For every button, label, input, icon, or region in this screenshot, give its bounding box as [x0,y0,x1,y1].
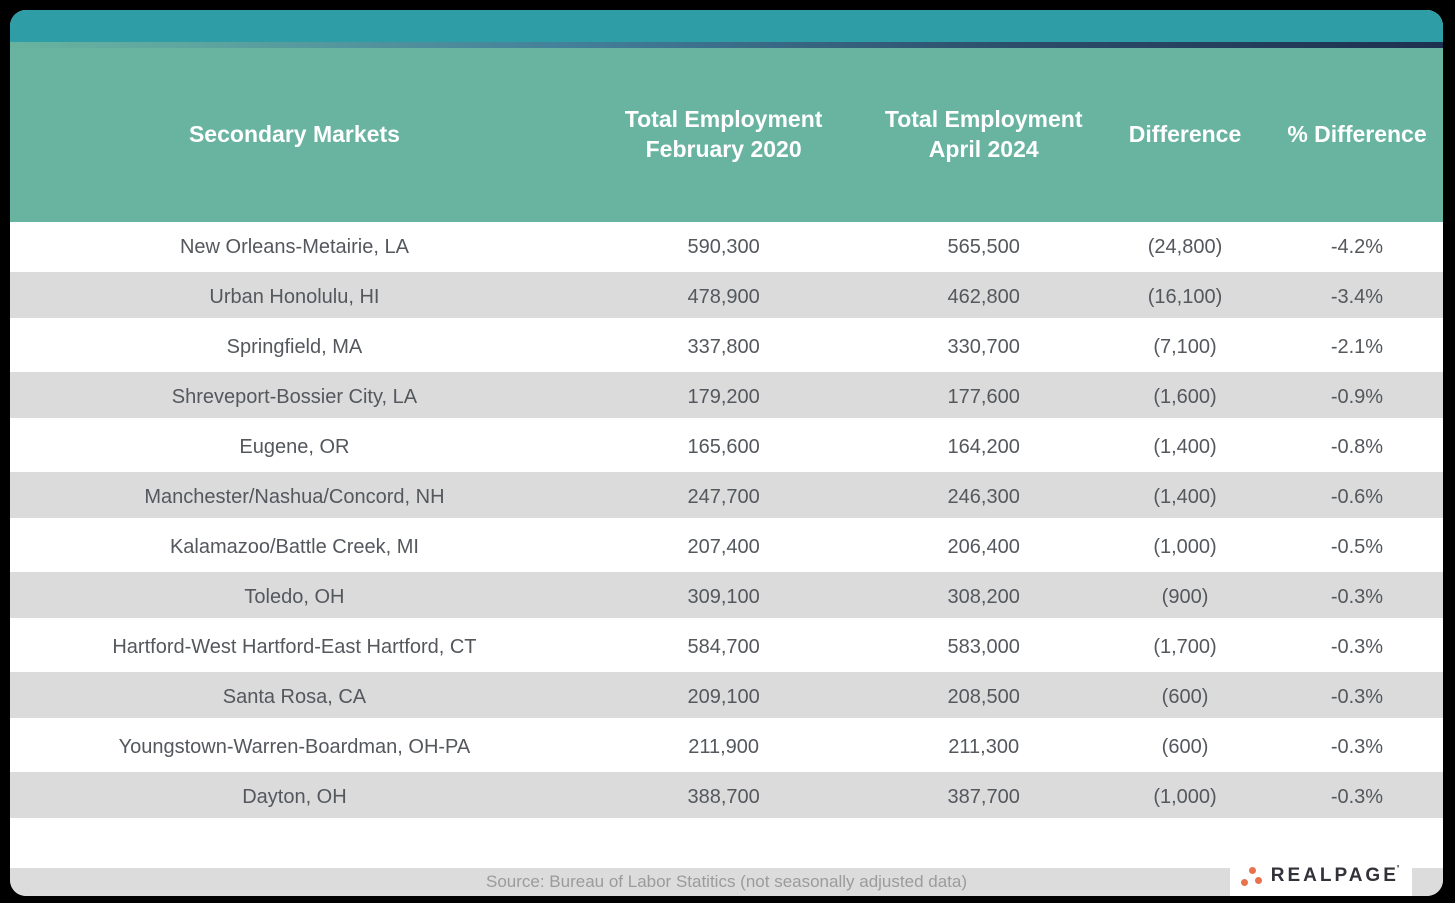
feb-2020-employment-cell: 165,600 [579,436,868,459]
pct-difference-cell: -4.2% [1271,236,1443,259]
difference-cell: (600) [1099,686,1271,709]
pct-difference-cell: -3.4% [1271,286,1443,309]
feb-2020-employment-cell: 388,700 [579,786,868,809]
top-teal-bar [10,10,1443,42]
pct-difference-cell: -2.1% [1271,336,1443,359]
difference-cell: (7,100) [1099,336,1271,359]
table-header-row: Secondary Markets Total Employment Febru… [10,48,1443,222]
market-cell: Santa Rosa, CA [10,686,579,709]
column-header-pct-difference: % Difference [1271,120,1443,150]
realpage-wordmark: REALPAGE' [1271,865,1403,887]
difference-cell: (24,800) [1099,236,1271,259]
table-row: Youngstown-Warren-Boardman, OH-PA 211,90… [10,722,1443,772]
apr-2024-employment-cell: 208,500 [868,686,1099,709]
logo-dot [1255,877,1262,884]
feb-2020-employment-cell: 209,100 [579,686,868,709]
table-row: Santa Rosa, CA 209,100 208,500 (600) -0.… [10,672,1443,722]
column-header-secondary-markets: Secondary Markets [10,120,579,150]
difference-cell: (1,000) [1099,536,1271,559]
apr-2024-employment-cell: 583,000 [868,636,1099,659]
source-text: Source: Bureau of Labor Statitics (not s… [486,872,967,892]
feb-2020-employment-cell: 584,700 [579,636,868,659]
table-row: Kalamazoo/Battle Creek, MI 207,400 206,4… [10,522,1443,572]
logo-dot [1249,867,1256,874]
market-cell: Manchester/Nashua/Concord, NH [10,486,579,509]
table-row: Eugene, OR 165,600 164,200 (1,400) -0.8% [10,422,1443,472]
market-cell: Eugene, OR [10,436,579,459]
header-line-2: February 2020 [579,135,868,165]
table-row: Urban Honolulu, HI 478,900 462,800 (16,1… [10,272,1443,322]
realpage-logo: REALPAGE' [1230,856,1412,896]
market-cell: Urban Honolulu, HI [10,286,579,309]
employment-table-card: Secondary Markets Total Employment Febru… [10,10,1443,896]
feb-2020-employment-cell: 590,300 [579,236,868,259]
apr-2024-employment-cell: 308,200 [868,586,1099,609]
feb-2020-employment-cell: 179,200 [579,386,868,409]
table-row: Hartford-West Hartford-East Hartford, CT… [10,622,1443,672]
apr-2024-employment-cell: 565,500 [868,236,1099,259]
difference-cell: (600) [1099,736,1271,759]
feb-2020-employment-cell: 337,800 [579,336,868,359]
apr-2024-employment-cell: 330,700 [868,336,1099,359]
table-row: Manchester/Nashua/Concord, NH 247,700 24… [10,472,1443,522]
page-background: { "chart_data": { "type": "table", "titl… [0,0,1455,903]
pct-difference-cell: -0.3% [1271,636,1443,659]
difference-cell: (1,400) [1099,486,1271,509]
apr-2024-employment-cell: 462,800 [868,286,1099,309]
difference-cell: (1,400) [1099,436,1271,459]
pct-difference-cell: -0.3% [1271,736,1443,759]
header-line-1: Total Employment [579,105,868,135]
feb-2020-employment-cell: 211,900 [579,736,868,759]
difference-cell: (16,100) [1099,286,1271,309]
apr-2024-employment-cell: 387,700 [868,786,1099,809]
pct-difference-cell: -0.9% [1271,386,1443,409]
difference-cell: (1,000) [1099,786,1271,809]
market-cell: Shreveport-Bossier City, LA [10,386,579,409]
market-cell: Youngstown-Warren-Boardman, OH-PA [10,736,579,759]
difference-cell: (1,700) [1099,636,1271,659]
table-row: Dayton, OH 388,700 387,700 (1,000) -0.3% [10,772,1443,822]
logo-trademark-tick: ' [1397,864,1402,875]
column-header-difference: Difference [1099,120,1271,150]
pct-difference-cell: -0.5% [1271,536,1443,559]
table-row: New Orleans-Metairie, LA 590,300 565,500… [10,222,1443,272]
pct-difference-cell: -0.8% [1271,436,1443,459]
header-line-1: Total Employment [868,105,1099,135]
feb-2020-employment-cell: 478,900 [579,286,868,309]
pct-difference-cell: -0.3% [1271,586,1443,609]
column-header-total-employment-apr-2024: Total Employment April 2024 [868,105,1099,165]
apr-2024-employment-cell: 211,300 [868,736,1099,759]
table-row: Toledo, OH 309,100 308,200 (900) -0.3% [10,572,1443,622]
apr-2024-employment-cell: 206,400 [868,536,1099,559]
feb-2020-employment-cell: 309,100 [579,586,868,609]
logo-dot [1241,879,1248,886]
market-cell: Toledo, OH [10,586,579,609]
apr-2024-employment-cell: 246,300 [868,486,1099,509]
pct-difference-cell: -0.3% [1271,686,1443,709]
feb-2020-employment-cell: 207,400 [579,536,868,559]
market-cell: Hartford-West Hartford-East Hartford, CT [10,636,579,659]
header-line-2: April 2024 [868,135,1099,165]
table-row: Shreveport-Bossier City, LA 179,200 177,… [10,372,1443,422]
table-body: New Orleans-Metairie, LA 590,300 565,500… [10,222,1443,822]
apr-2024-employment-cell: 164,200 [868,436,1099,459]
market-cell: Dayton, OH [10,786,579,809]
pct-difference-cell: -0.6% [1271,486,1443,509]
column-header-total-employment-feb-2020: Total Employment February 2020 [579,105,868,165]
table-row: Springfield, MA 337,800 330,700 (7,100) … [10,322,1443,372]
feb-2020-employment-cell: 247,700 [579,486,868,509]
market-cell: New Orleans-Metairie, LA [10,236,579,259]
apr-2024-employment-cell: 177,600 [868,386,1099,409]
difference-cell: (900) [1099,586,1271,609]
difference-cell: (1,600) [1099,386,1271,409]
source-footer: Source: Bureau of Labor Statitics (not s… [10,868,1443,896]
market-cell: Springfield, MA [10,336,579,359]
realpage-dots-icon [1240,864,1264,888]
market-cell: Kalamazoo/Battle Creek, MI [10,536,579,559]
pct-difference-cell: -0.3% [1271,786,1443,809]
